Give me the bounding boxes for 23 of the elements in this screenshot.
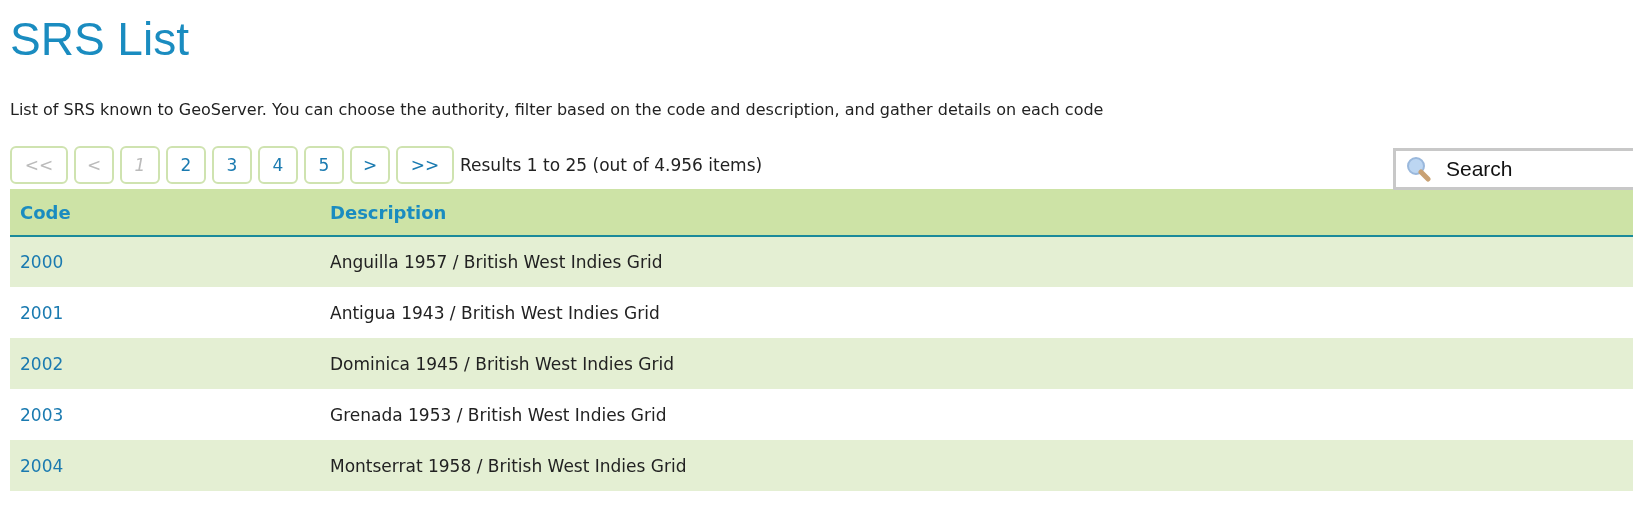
pager-button[interactable]: >	[350, 146, 390, 184]
column-header[interactable]: Description	[320, 189, 1633, 236]
table-cell: Grenada 1953 / British West Indies Grid	[320, 389, 1633, 440]
column-header[interactable]: Code	[10, 189, 320, 236]
table-cell: Montserrat 1958 / British West Indies Grid	[320, 440, 1633, 491]
code-link[interactable]: 2003	[10, 389, 320, 440]
search-icon	[1406, 156, 1432, 182]
pager-button[interactable]: 2	[166, 146, 206, 184]
code-link[interactable]: 2000	[10, 236, 320, 287]
code-link[interactable]: 2002	[10, 338, 320, 389]
table-cell: Anguilla 1957 / British West Indies Grid	[320, 236, 1633, 287]
pager-button[interactable]: >>	[396, 146, 454, 184]
pager-button[interactable]: 3	[212, 146, 252, 184]
table-cell: Dominica 1945 / British West Indies Grid	[320, 338, 1633, 389]
pager-button[interactable]: 5	[304, 146, 344, 184]
results-count: Results 1 to 25 (out of 4.956 items)	[460, 155, 763, 175]
page-title: SRS List	[10, 12, 190, 67]
page-description: List of SRS known to GeoServer. You can choose the authority, filter based on the code and description, and gather details on each code	[10, 100, 1105, 119]
code-link[interactable]: 2001	[10, 287, 320, 338]
code-link[interactable]: 2004	[10, 440, 320, 491]
search-field[interactable]: Search	[1393, 148, 1633, 190]
pager-button[interactable]: 4	[258, 146, 298, 184]
table-cell: Antigua 1943 / British West Indies Grid	[320, 287, 1633, 338]
